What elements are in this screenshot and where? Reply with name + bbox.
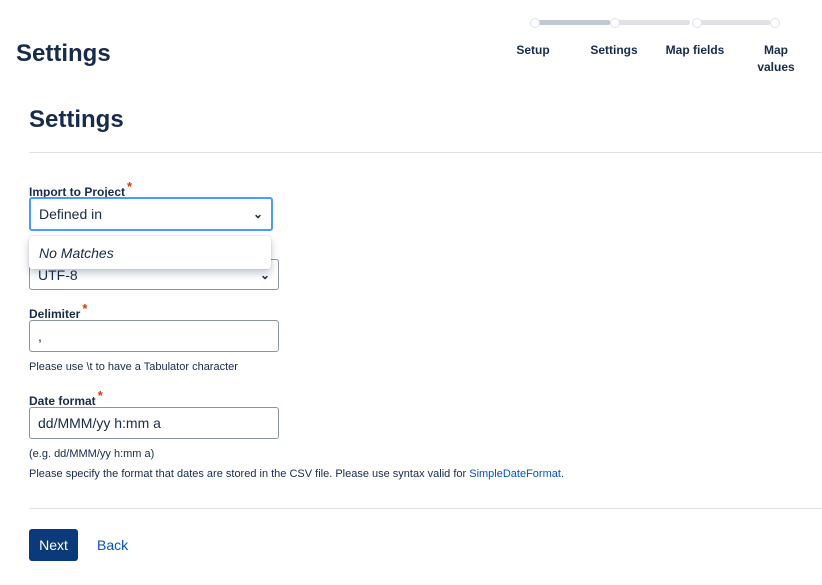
step-map-fields: Map fields (665, 43, 725, 57)
simpledateformat-link[interactable]: SimpleDateFormat (469, 468, 561, 480)
date-format-example: (e.g. dd/MMM/yy h:mm a) (29, 448, 155, 460)
chevron-down-icon: ⌄ (259, 267, 270, 282)
step-dot (610, 18, 620, 28)
project-select[interactable]: Defined in ⌄ (29, 197, 273, 231)
delimiter-input[interactable]: , (29, 320, 279, 352)
delimiter-label: Delimiter * (29, 301, 88, 321)
divider (29, 508, 822, 509)
step-dot (770, 18, 780, 28)
progress-segment (695, 20, 770, 25)
step-settings: Settings (590, 43, 638, 57)
progress-tracker (530, 18, 780, 28)
step-dot (692, 18, 702, 28)
project-value: Defined in (39, 206, 103, 222)
project-dropdown-menu: No Matches (29, 236, 271, 269)
date-format-label: Date format * (29, 388, 103, 408)
date-format-help: Please specify the format that dates are… (29, 468, 564, 480)
section-title: Settings (29, 106, 124, 133)
back-link[interactable]: Back (97, 537, 128, 553)
delimiter-help: Please use \t to have a Tabulator charac… (29, 361, 238, 373)
step-map-values: Map values (757, 43, 795, 74)
date-format-value: dd/MMM/yy h:mm a (38, 415, 161, 431)
date-format-input[interactable]: dd/MMM/yy h:mm a (29, 407, 279, 439)
progress-segment-done (535, 20, 610, 25)
divider (29, 152, 822, 153)
delimiter-value: , (38, 328, 42, 344)
page-title: Settings (16, 40, 111, 67)
step-setup: Setup (516, 43, 550, 57)
step-dot (530, 18, 540, 28)
progress-segment (615, 20, 690, 25)
no-matches-text: No Matches (39, 245, 114, 261)
next-button[interactable]: Next (29, 529, 78, 561)
chevron-down-icon: ⌄ (252, 207, 263, 221)
